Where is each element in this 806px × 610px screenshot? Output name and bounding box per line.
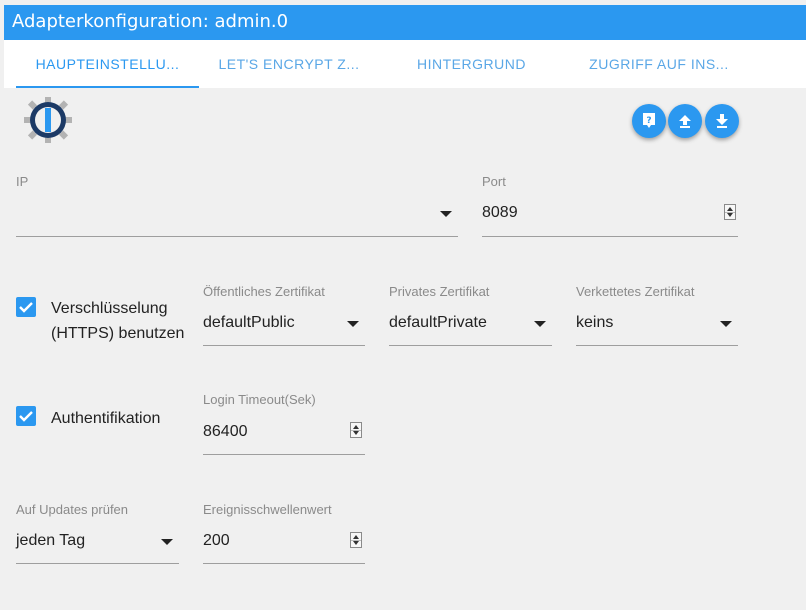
help-icon: ? xyxy=(643,113,655,128)
event-threshold-underline xyxy=(203,563,365,564)
tab-background[interactable]: HINTERGRUND xyxy=(379,40,564,88)
updates-label: Auf Updates prüfen xyxy=(16,502,129,517)
private-cert-select[interactable]: Privates Zertifikat defaultPrivate xyxy=(389,284,552,347)
private-cert-underline xyxy=(389,345,552,346)
private-cert-label: Privates Zertifikat xyxy=(389,284,490,299)
chained-cert-dropdown-icon xyxy=(720,321,732,327)
window-title-bar: Adapterkonfiguration: admin.0 xyxy=(4,5,806,40)
iobroker-logo xyxy=(23,96,73,144)
updates-select[interactable]: Auf Updates prüfen jeden Tag xyxy=(16,502,179,565)
updates-underline xyxy=(16,563,179,564)
login-timeout-field[interactable]: Login Timeout(Sek) 86400 xyxy=(203,392,365,456)
download-icon xyxy=(716,114,728,128)
tab-access[interactable]: ZUGRIFF AUF INS... xyxy=(564,40,754,88)
auth-checkbox[interactable] xyxy=(16,406,36,426)
checkmark-icon xyxy=(19,411,33,422)
checkmark-icon xyxy=(19,302,33,313)
private-cert-value: defaultPrivate xyxy=(389,314,487,331)
public-cert-select[interactable]: Öffentliches Zertifikat defaultPublic xyxy=(203,284,365,347)
ip-underline xyxy=(16,236,458,237)
tab-main-settings[interactable]: HAUPTEINSTELLU... xyxy=(16,40,199,88)
port-value: 8089 xyxy=(482,204,518,221)
login-timeout-stepper[interactable] xyxy=(350,422,362,438)
upload-button[interactable] xyxy=(668,104,702,138)
login-timeout-underline xyxy=(203,454,365,455)
chained-cert-value: keins xyxy=(576,314,614,331)
login-timeout-label: Login Timeout(Sek) xyxy=(203,392,316,407)
event-threshold-value: 200 xyxy=(203,532,230,549)
port-label: Port xyxy=(482,174,506,189)
public-cert-dropdown-icon xyxy=(347,321,359,327)
active-tab-indicator xyxy=(16,86,199,88)
updates-value: jeden Tag xyxy=(16,532,86,549)
tab-lets-encrypt[interactable]: LET'S ENCRYPT Z... xyxy=(199,40,379,88)
help-button[interactable]: ? xyxy=(632,104,666,138)
updates-dropdown-icon xyxy=(161,539,173,545)
port-field[interactable]: Port 8089 xyxy=(482,174,738,238)
https-label: Verschlüsselung (HTTPS) benutzen xyxy=(51,300,185,342)
port-stepper[interactable] xyxy=(724,204,736,220)
chained-cert-label: Verkettetes Zertifikat xyxy=(576,284,695,299)
window-title: Adapterkonfiguration: admin.0 xyxy=(12,11,289,32)
ip-label: IP xyxy=(16,174,29,189)
private-cert-dropdown-icon xyxy=(534,321,546,327)
svg-text:?: ? xyxy=(646,116,651,126)
https-checkbox[interactable] xyxy=(16,297,36,317)
chained-cert-underline xyxy=(576,345,738,346)
download-button[interactable] xyxy=(705,104,739,138)
ip-dropdown-icon xyxy=(440,211,452,217)
tab-bar: HAUPTEINSTELLU... LET'S ENCRYPT Z... HIN… xyxy=(4,40,806,88)
public-cert-value: defaultPublic xyxy=(203,314,295,331)
event-threshold-label: Ereignisschwellenwert xyxy=(203,502,332,517)
port-underline xyxy=(482,236,738,237)
ip-select[interactable]: IP xyxy=(16,174,458,238)
event-threshold-stepper[interactable] xyxy=(350,532,362,548)
auth-label: Authentifikation xyxy=(51,410,161,427)
event-threshold-field[interactable]: Ereignisschwellenwert 200 xyxy=(203,502,365,565)
upload-icon xyxy=(679,115,691,128)
public-cert-label: Öffentliches Zertifikat xyxy=(203,284,325,299)
chained-cert-select[interactable]: Verkettetes Zertifikat keins xyxy=(576,284,738,347)
public-cert-underline xyxy=(203,345,365,346)
login-timeout-value: 86400 xyxy=(203,423,248,440)
